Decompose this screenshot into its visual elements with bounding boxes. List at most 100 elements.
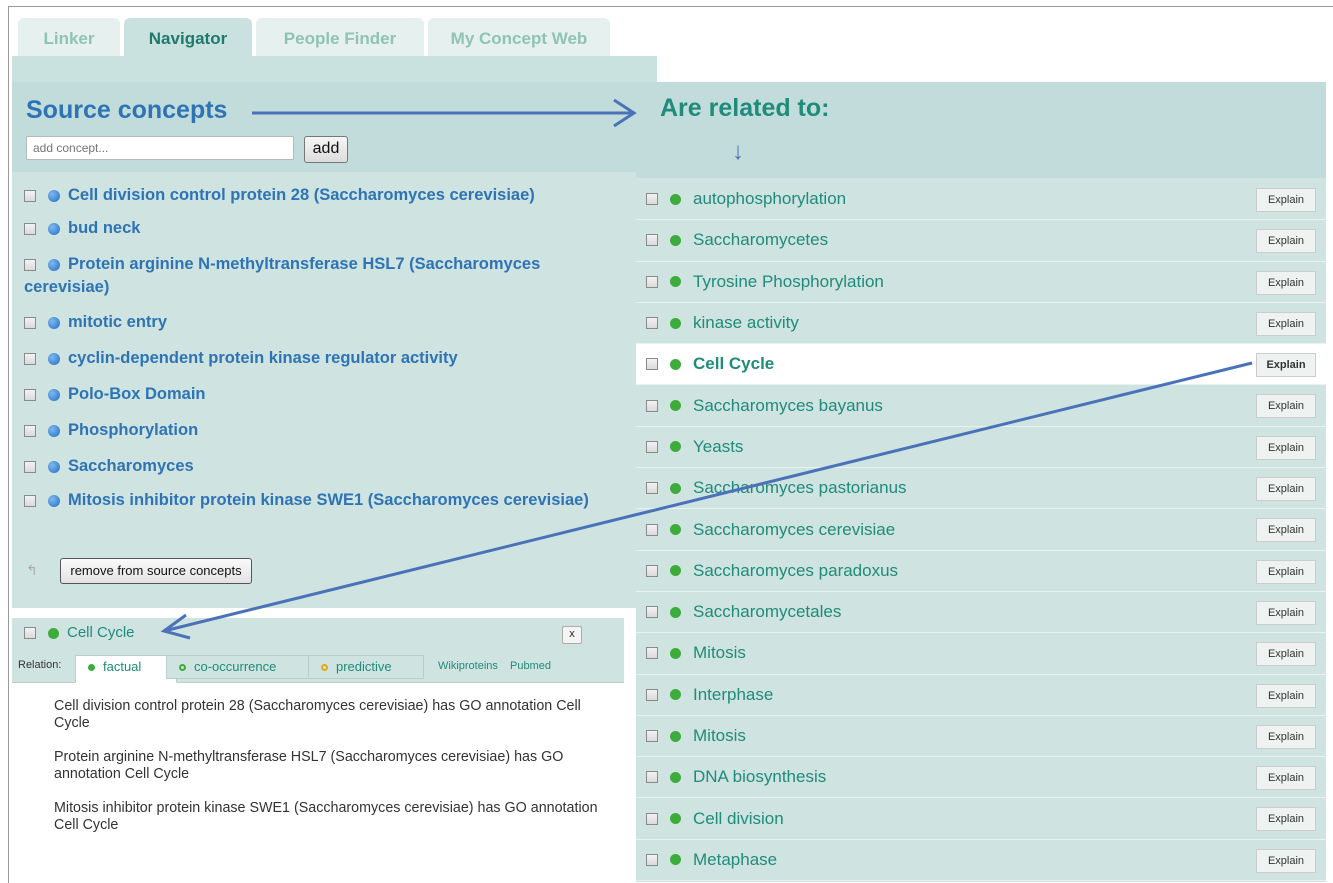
related-concept-row: Mitosis Explain	[636, 633, 1326, 675]
checkbox[interactable]	[646, 730, 658, 742]
concept-dot-icon	[48, 460, 60, 473]
remove-from-source-button[interactable]: remove from source concepts	[60, 558, 252, 584]
checkbox[interactable]	[24, 460, 36, 473]
tab-navigator[interactable]: Navigator	[124, 18, 252, 56]
checkbox[interactable]	[646, 647, 658, 660]
checkbox[interactable]	[646, 234, 658, 247]
checkbox[interactable]	[646, 564, 658, 577]
checkbox[interactable]	[646, 771, 658, 784]
source-concept-item: mitotic entry	[12, 307, 638, 343]
source-concept-label[interactable]: cyclin-dependent protein kinase regulato…	[68, 349, 458, 367]
checkbox[interactable]	[646, 440, 658, 453]
checkbox[interactable]	[24, 189, 36, 202]
checkbox[interactable]	[646, 688, 658, 701]
related-concept-label[interactable]: Yeasts	[693, 437, 743, 457]
source-concept-label[interactable]: Mitosis inhibitor protein kinase SWE1 (S…	[68, 491, 589, 509]
return-arrow-icon: ↰	[26, 562, 38, 578]
related-concept-label[interactable]: Interphase	[693, 685, 773, 705]
explain-button[interactable]: Explain	[1256, 848, 1316, 873]
source-concepts-header: Source concepts add	[12, 82, 638, 172]
related-concept-list: autophosphorylation Explain Saccharomycete…	[636, 179, 1326, 882]
related-concept-label[interactable]: Saccharomycetales	[693, 602, 841, 622]
explain-button[interactable]: Explain	[1256, 724, 1316, 749]
checkbox[interactable]	[24, 424, 36, 437]
checkbox[interactable]	[646, 853, 658, 866]
source-concept-label[interactable]: Saccharomyces	[68, 457, 194, 475]
checkbox[interactable]	[24, 352, 36, 365]
source-concept-label[interactable]: Protein arginine N-methyltransferase HSL…	[24, 255, 540, 296]
tab-people-finder[interactable]: People Finder	[256, 18, 424, 56]
related-concept-label[interactable]: DNA biosynthesis	[693, 767, 826, 787]
checkbox[interactable]	[646, 317, 658, 330]
explain-button[interactable]: Explain	[1256, 311, 1316, 336]
source-concept-label[interactable]: mitotic entry	[68, 313, 167, 331]
related-concept-label[interactable]: Saccharomyces pastorianus	[693, 478, 907, 498]
tab-factual-label: factual	[103, 659, 142, 674]
checkbox[interactable]	[646, 358, 658, 371]
related-concept-label[interactable]: Metaphase	[693, 850, 777, 870]
add-concept-input[interactable]	[26, 136, 294, 160]
source-concept-label[interactable]: bud neck	[68, 219, 140, 237]
checkbox[interactable]	[646, 606, 658, 619]
explain-button[interactable]: Explain	[1256, 394, 1316, 419]
related-concept-label[interactable]: autophosphorylation	[693, 189, 846, 209]
wikiproteins-link[interactable]: Wikiproteins	[438, 660, 498, 672]
checkbox[interactable]	[646, 482, 658, 495]
tab-factual[interactable]: factual	[75, 655, 177, 683]
checkbox[interactable]	[646, 193, 658, 206]
related-concept-label[interactable]: Saccharomycetes	[693, 230, 828, 250]
explain-button[interactable]: Explain	[1256, 518, 1316, 543]
tab-my-concept-web[interactable]: My Concept Web	[428, 18, 610, 56]
pubmed-link[interactable]: Pubmed	[510, 660, 551, 672]
checkbox[interactable]	[646, 275, 658, 288]
explanation-item: Cell division control protein 28 (Saccha…	[54, 698, 581, 731]
explain-button[interactable]: Explain	[1256, 683, 1316, 708]
related-concept-row: DNA biosynthesis Explain	[636, 757, 1326, 799]
checkbox[interactable]	[24, 494, 36, 507]
checkbox[interactable]	[646, 399, 658, 412]
related-concept-row: Saccharomyces cerevisiae Explain	[636, 509, 1326, 551]
concept-dot-icon	[48, 258, 60, 271]
related-concept-label[interactable]: Saccharomyces bayanus	[693, 396, 883, 416]
concept-dot-icon	[670, 689, 681, 701]
related-concept-label[interactable]: Mitosis	[693, 643, 746, 663]
checkbox[interactable]	[24, 258, 36, 271]
explain-button[interactable]: Explain	[1256, 807, 1316, 832]
source-concept-label[interactable]: Cell division control protein 28 (Saccha…	[68, 186, 535, 204]
explain-button[interactable]: Explain	[1256, 642, 1316, 667]
explain-button[interactable]: Explain	[1256, 766, 1316, 791]
source-concept-label[interactable]: Polo-Box Domain	[68, 385, 206, 403]
tab-predictive[interactable]: predictive	[308, 655, 424, 679]
explain-button[interactable]: Explain	[1256, 477, 1316, 502]
related-concept-label[interactable]: kinase activity	[693, 313, 799, 333]
explain-button[interactable]: Explain	[1256, 229, 1316, 254]
concept-dot-icon	[670, 234, 681, 246]
checkbox[interactable]	[24, 316, 36, 329]
source-concept-label[interactable]: Phosphorylation	[68, 421, 198, 439]
related-concept-label[interactable]: Cell division	[693, 809, 784, 829]
related-title: Are related to:	[660, 94, 830, 122]
explain-button[interactable]: Explain	[1256, 353, 1316, 378]
detail-title-label[interactable]: Cell Cycle	[67, 624, 135, 641]
concept-dot-icon	[48, 316, 60, 329]
explain-button[interactable]: Explain	[1256, 270, 1316, 295]
tab-linker[interactable]: Linker	[18, 18, 120, 56]
related-concept-label[interactable]: Saccharomyces cerevisiae	[693, 520, 895, 540]
checkbox[interactable]	[646, 812, 658, 825]
checkbox[interactable]	[646, 523, 658, 536]
close-button[interactable]: x	[562, 626, 582, 644]
related-concept-label[interactable]: Mitosis	[693, 726, 746, 746]
checkbox[interactable]	[24, 627, 36, 640]
explain-button[interactable]: Explain	[1256, 600, 1316, 625]
tab-co-occurrence[interactable]: co-occurrence	[166, 655, 310, 679]
related-concept-label[interactable]: Tyrosine Phosphorylation	[693, 272, 884, 292]
explain-button[interactable]: Explain	[1256, 435, 1316, 460]
related-concept-label[interactable]: Cell Cycle	[693, 354, 774, 374]
related-concept-label[interactable]: Saccharomyces paradoxus	[693, 561, 898, 581]
explain-button[interactable]: Explain	[1256, 188, 1316, 212]
checkbox[interactable]	[24, 222, 36, 235]
concept-dot-icon	[48, 627, 59, 639]
add-concept-button[interactable]: add	[304, 136, 348, 163]
checkbox[interactable]	[24, 388, 36, 401]
explain-button[interactable]: Explain	[1256, 559, 1316, 584]
